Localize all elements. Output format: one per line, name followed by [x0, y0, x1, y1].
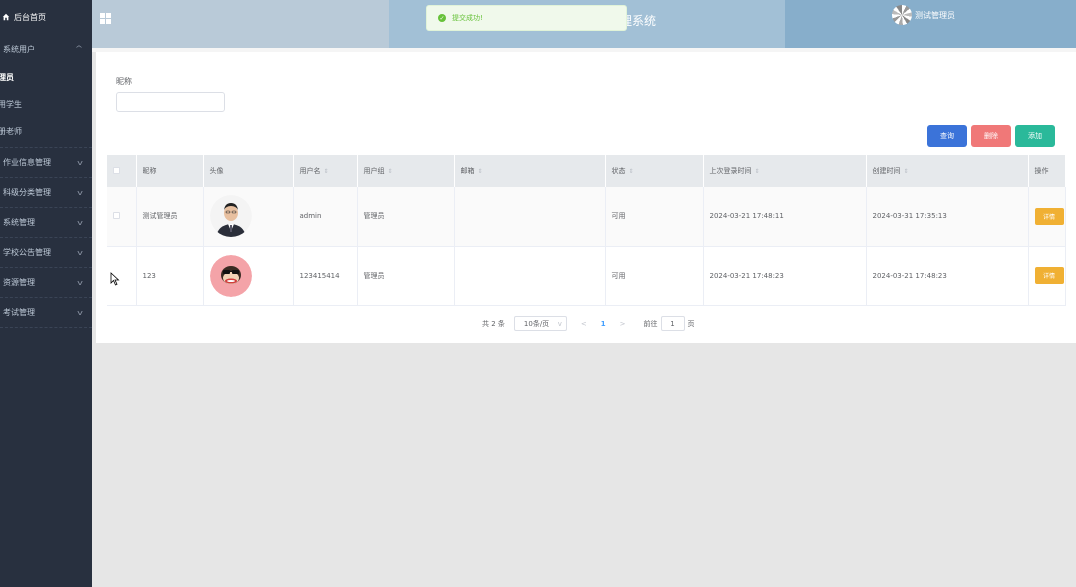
- cell-status: 可用: [605, 187, 704, 246]
- pagination: 共 2 条 10条/页 v < 1 > 前往 1 页: [482, 316, 695, 331]
- home-icon: [2, 13, 10, 21]
- sidebar-group-exam[interactable]: 考试管理 v: [0, 298, 92, 328]
- delete-button[interactable]: 删除: [971, 125, 1011, 147]
- column-header[interactable]: 上次登录时间 ⇕: [703, 155, 867, 187]
- detail-button[interactable]: 详情: [1034, 207, 1064, 225]
- cell-group: 管理员: [357, 187, 455, 246]
- column-header[interactable]: 邮箱 ⇕: [454, 155, 606, 187]
- column-header[interactable]: 创建时间 ⇕: [866, 155, 1029, 187]
- next-page-button[interactable]: >: [620, 320, 626, 328]
- goto-page-input[interactable]: 1: [660, 316, 685, 331]
- row-checkbox[interactable]: [113, 211, 120, 219]
- sort-icon[interactable]: ⇕: [478, 168, 483, 175]
- goto-suffix: 页: [687, 319, 695, 328]
- username: 测试管理员: [915, 10, 955, 20]
- main-panel: 昵称 查询 删除 添加 昵称 头像 用户名 ⇕ 用户组 ⇕ 邮箱 ⇕ 状态 ⇕ 上次登录…: [96, 52, 1076, 343]
- header-left-band: [92, 0, 389, 48]
- page-size-select[interactable]: 10条/页 v: [513, 316, 567, 331]
- chevron-down-icon: v: [77, 158, 83, 167]
- cell-created: 2024-03-21 17:48:23: [866, 246, 1029, 305]
- menu-grid-icon[interactable]: [100, 13, 111, 24]
- cell-status: 可用: [605, 246, 704, 305]
- column-header[interactable]: 用户组 ⇕: [357, 155, 455, 187]
- detail-button[interactable]: 详情: [1034, 267, 1064, 284]
- sidebar-group-system[interactable]: 系统管理 v: [0, 208, 92, 238]
- prev-page-button[interactable]: <: [581, 320, 587, 328]
- cell-nickname: 123: [136, 246, 204, 305]
- chevron-down-icon: v: [77, 218, 83, 227]
- column-header: 头像: [203, 155, 294, 187]
- chevron-down-icon: v: [77, 278, 83, 287]
- sidebar-group-label: 学校公告管理: [3, 248, 51, 257]
- sidebar-item-label: 用学生: [0, 100, 22, 109]
- column-header[interactable]: 用户名 ⇕: [293, 155, 358, 187]
- mouse-cursor-icon: [110, 272, 120, 286]
- cell-last-login: 2024-03-21 17:48:11: [703, 187, 867, 246]
- table-header-row: 昵称 头像 用户名 ⇕ 用户组 ⇕ 邮箱 ⇕ 状态 ⇕ 上次登录时间 ⇕ 创建时间 ⇕ 操作: [107, 155, 1066, 187]
- sidebar-item-admin[interactable]: 理员: [0, 64, 92, 91]
- cell-last-login: 2024-03-21 17:48:23: [703, 246, 867, 305]
- sidebar-item-teacher[interactable]: 册老师: [0, 118, 92, 145]
- avatar: [892, 5, 912, 25]
- query-button[interactable]: 查询: [927, 125, 967, 147]
- column-header[interactable]: 状态 ⇕: [605, 155, 704, 187]
- cell-created: 2024-03-31 17:35:13: [866, 187, 1029, 246]
- user-table: 昵称 头像 用户名 ⇕ 用户组 ⇕ 邮箱 ⇕ 状态 ⇕ 上次登录时间 ⇕ 创建时间 ⇕ 操作…: [107, 155, 1066, 306]
- chevron-up-icon: ^: [74, 45, 84, 53]
- sidebar-group-resource[interactable]: 资源管理 v: [0, 268, 92, 298]
- table-row: 测试管理员 admin 管理员 可用 2024-03-21 17:48:11 2…: [107, 187, 1066, 246]
- nickname-input[interactable]: [116, 92, 225, 112]
- column-header: 昵称: [136, 155, 204, 187]
- sidebar-home-label: 后台首页: [14, 12, 46, 22]
- cell-group: 管理员: [357, 246, 455, 305]
- sidebar-item-student[interactable]: 用学生: [0, 91, 92, 118]
- goto-label: 前往: [643, 319, 658, 328]
- cell-email: [454, 187, 606, 246]
- nickname-label: 昵称: [116, 77, 132, 86]
- sort-icon[interactable]: ⇕: [755, 168, 760, 175]
- pagination-total: 共 2 条: [482, 319, 505, 328]
- sidebar-group-category[interactable]: 科级分类管理 v: [0, 178, 92, 208]
- sidebar-group-label: 科级分类管理: [3, 188, 51, 197]
- sort-icon[interactable]: ⇕: [388, 168, 393, 175]
- select-all-checkbox[interactable]: [113, 166, 120, 174]
- success-toast: ✓ 提交成功!: [426, 5, 627, 31]
- avatar: [209, 195, 252, 238]
- sort-icon[interactable]: ⇕: [629, 168, 634, 175]
- cell-nickname: 测试管理员: [136, 187, 204, 246]
- sidebar-group-label: 系统用户: [3, 44, 35, 54]
- cell-email: [454, 246, 606, 305]
- page-size-value: 10条/页: [523, 319, 550, 328]
- sidebar-home[interactable]: 后台首页: [0, 0, 92, 34]
- sidebar-group-label: 作业信息管理: [3, 158, 51, 167]
- check-circle-icon: ✓: [438, 14, 446, 22]
- toast-message: 提交成功!: [452, 14, 483, 22]
- add-button[interactable]: 添加: [1015, 125, 1055, 147]
- cell-username: 123415414: [293, 246, 358, 305]
- sidebar-group-system-users[interactable]: 系统用户 ^: [0, 34, 92, 64]
- sidebar-group-label: 系统管理: [3, 218, 35, 227]
- chevron-down-icon: v: [77, 308, 83, 317]
- chevron-down-icon: v: [77, 188, 83, 197]
- sidebar-item-label: 册老师: [0, 127, 22, 136]
- sidebar-group-homework[interactable]: 作业信息管理 v: [0, 148, 92, 178]
- sort-icon[interactable]: ⇕: [324, 168, 329, 175]
- sort-icon[interactable]: ⇕: [904, 168, 909, 175]
- user-menu[interactable]: 测试管理员: [892, 5, 955, 25]
- sidebar-item-label: 理员: [0, 73, 14, 82]
- column-header: 操作: [1028, 155, 1066, 187]
- avatar: [209, 254, 252, 297]
- chevron-down-icon: v: [77, 248, 83, 257]
- sidebar-group-label: 考试管理: [3, 308, 35, 317]
- table-row: 123 123415414 管理员 可用 2024-03-21 17:48:23…: [107, 246, 1066, 305]
- cell-username: admin: [293, 187, 358, 246]
- sidebar-group-label: 资源管理: [3, 278, 35, 287]
- sidebar: 后台首页 系统用户 ^ 理员 用学生 册老师 作业信息管理 v 科级分类管理 v…: [0, 0, 92, 587]
- current-page[interactable]: 1: [601, 320, 606, 328]
- sidebar-group-notice[interactable]: 学校公告管理 v: [0, 238, 92, 268]
- chevron-down-icon: v: [557, 319, 562, 328]
